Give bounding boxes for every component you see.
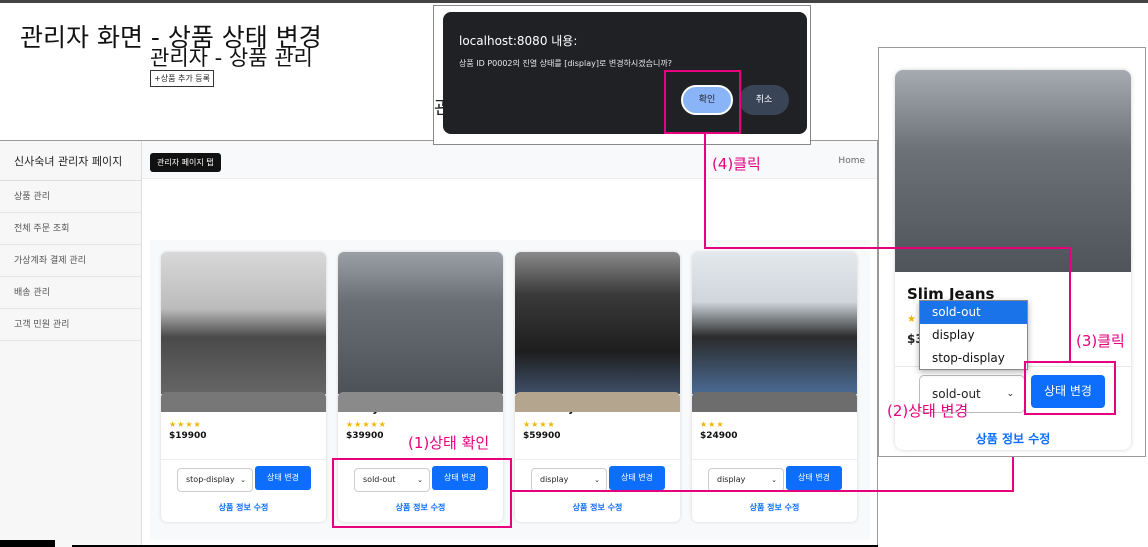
confirm-dialog: localhost:8080 내용: 상품 ID P0002의 진열 상태를 […: [443, 12, 807, 134]
product-price: $19900: [169, 431, 207, 441]
chevron-down-icon: ⌄: [771, 476, 777, 484]
cancel-button[interactable]: 취소: [739, 85, 789, 115]
change-status-button[interactable]: 상태 변경: [786, 466, 842, 490]
annotation-step3: (3)클릭: [1076, 332, 1125, 350]
status-select[interactable]: sold-out ⌄: [354, 468, 430, 492]
change-status-button[interactable]: 상태 변경: [1031, 375, 1105, 408]
product-card: Hooded Jacket ★★★★ $59900 display⌄ 상태 변경…: [515, 252, 680, 522]
product-card: Summer Shorts ★★★ $24900 display⌄ 상태 변경 …: [692, 252, 857, 522]
edit-product-link[interactable]: 상품 정보 수정: [895, 430, 1131, 447]
status-select-value: sold-out: [932, 387, 981, 401]
sidebar-item-virtual-account[interactable]: 가상계좌 결제 관리: [0, 245, 141, 277]
dialog-host: localhost:8080 내용:: [459, 34, 578, 48]
product-rating: ★★★★: [523, 420, 556, 429]
edit-product-link[interactable]: 상품 정보 수정: [161, 502, 326, 513]
product-card: Slim Jeans ★★★★★ $39900 sold-out⌄ 상태 변경 …: [338, 252, 503, 522]
option-stop-display[interactable]: stop-display: [920, 347, 1027, 370]
status-select-value: display: [540, 475, 569, 484]
zoom-product-card: Slim Jeans ★ $3 sold-out ⌄ 상태 변경 상품 정보 수정: [895, 70, 1131, 450]
product-card-partial: [338, 392, 503, 412]
product-rating: ★★★: [700, 420, 725, 429]
product-card-partial: [515, 392, 680, 412]
status-select-value: display: [717, 475, 746, 484]
annotation-step2: (2)상태 변경: [887, 402, 969, 420]
divider: [515, 459, 680, 460]
product-image: [692, 252, 857, 394]
status-select-value: stop-display: [186, 475, 235, 484]
chevron-down-icon: ⌄: [417, 476, 423, 484]
sidebar-item-shipping[interactable]: 배송 관리: [0, 277, 141, 309]
top-border: [0, 0, 1148, 3]
product-price: $59900: [523, 431, 561, 441]
edit-product-link[interactable]: 상품 정보 수정: [692, 502, 857, 513]
status-dropdown-list: sold-out display stop-display: [919, 300, 1028, 370]
product-image: [338, 252, 503, 394]
product-image: [161, 252, 326, 394]
connector-line: [704, 247, 1070, 249]
divider: [692, 459, 857, 460]
option-sold-out[interactable]: sold-out: [920, 301, 1027, 324]
chevron-down-icon: ⌄: [1006, 389, 1014, 399]
connector-line: [1069, 247, 1071, 361]
zoom-panel: Slim Jeans ★ $3 sold-out ⌄ 상태 변경 상품 정보 수정: [878, 47, 1146, 457]
change-status-button[interactable]: 상태 변경: [432, 466, 488, 490]
add-product-button[interactable]: +상품 추가 등록: [150, 70, 214, 87]
option-display[interactable]: display: [920, 324, 1027, 347]
connector-line: [1012, 457, 1014, 492]
sidebar-title: 신사숙녀 관리자 페이지: [0, 141, 141, 181]
annotation-step4: (4)클릭: [712, 155, 761, 173]
topbar: 관리자 페이지 탭 Home: [142, 141, 877, 179]
change-status-button[interactable]: 상태 변경: [609, 466, 665, 490]
sidebar: 신사숙녀 관리자 페이지 상품 관리 전체 주문 조회 가상계좌 결제 관리 배…: [0, 141, 142, 547]
product-card: Basic T-Shirt ★★★★ $19900 stop-display⌄ …: [161, 252, 326, 522]
product-rating: ★★★★: [169, 420, 202, 429]
chevron-down-icon: ⌄: [240, 476, 246, 484]
status-select-value: sold-out: [363, 475, 396, 484]
product-image: [895, 70, 1131, 272]
product-card-partial: [692, 392, 857, 412]
status-select[interactable]: stop-display ⌄: [177, 468, 253, 492]
star-icon: ★: [907, 314, 916, 325]
edit-product-link[interactable]: 상품 정보 수정: [515, 502, 680, 513]
connector-line: [512, 490, 1014, 492]
divider: [161, 459, 326, 460]
product-card-partial: [161, 392, 326, 412]
admin-heading: 관리자 - 상품 관리: [150, 46, 313, 70]
connector-line: [704, 134, 706, 248]
sidebar-item-complaints[interactable]: 고객 민원 관리: [0, 309, 141, 341]
product-rating: ★★★★★: [346, 420, 387, 429]
dialog-message: 상품 ID P0002의 진열 상태를 [display]로 변경하시겠습니까?: [459, 59, 672, 68]
chevron-down-icon: ⌄: [594, 476, 600, 484]
annotation-step1: (1)상태 확인: [408, 434, 490, 452]
admin-tab-button[interactable]: 관리자 페이지 탭: [150, 153, 221, 172]
divider: [338, 459, 503, 460]
product-price: $24900: [700, 431, 738, 441]
edit-product-link[interactable]: 상품 정보 수정: [338, 502, 503, 513]
sidebar-item-orders[interactable]: 전체 주문 조회: [0, 213, 141, 245]
bottom-edge: [0, 540, 55, 547]
home-link[interactable]: Home: [838, 156, 865, 166]
product-image: [515, 252, 680, 394]
sidebar-item-products[interactable]: 상품 관리: [0, 181, 141, 213]
status-select[interactable]: display ⌄: [531, 468, 607, 492]
status-select[interactable]: display ⌄: [708, 468, 784, 492]
confirm-button[interactable]: 확인: [681, 85, 733, 115]
change-status-button[interactable]: 상태 변경: [255, 466, 311, 490]
